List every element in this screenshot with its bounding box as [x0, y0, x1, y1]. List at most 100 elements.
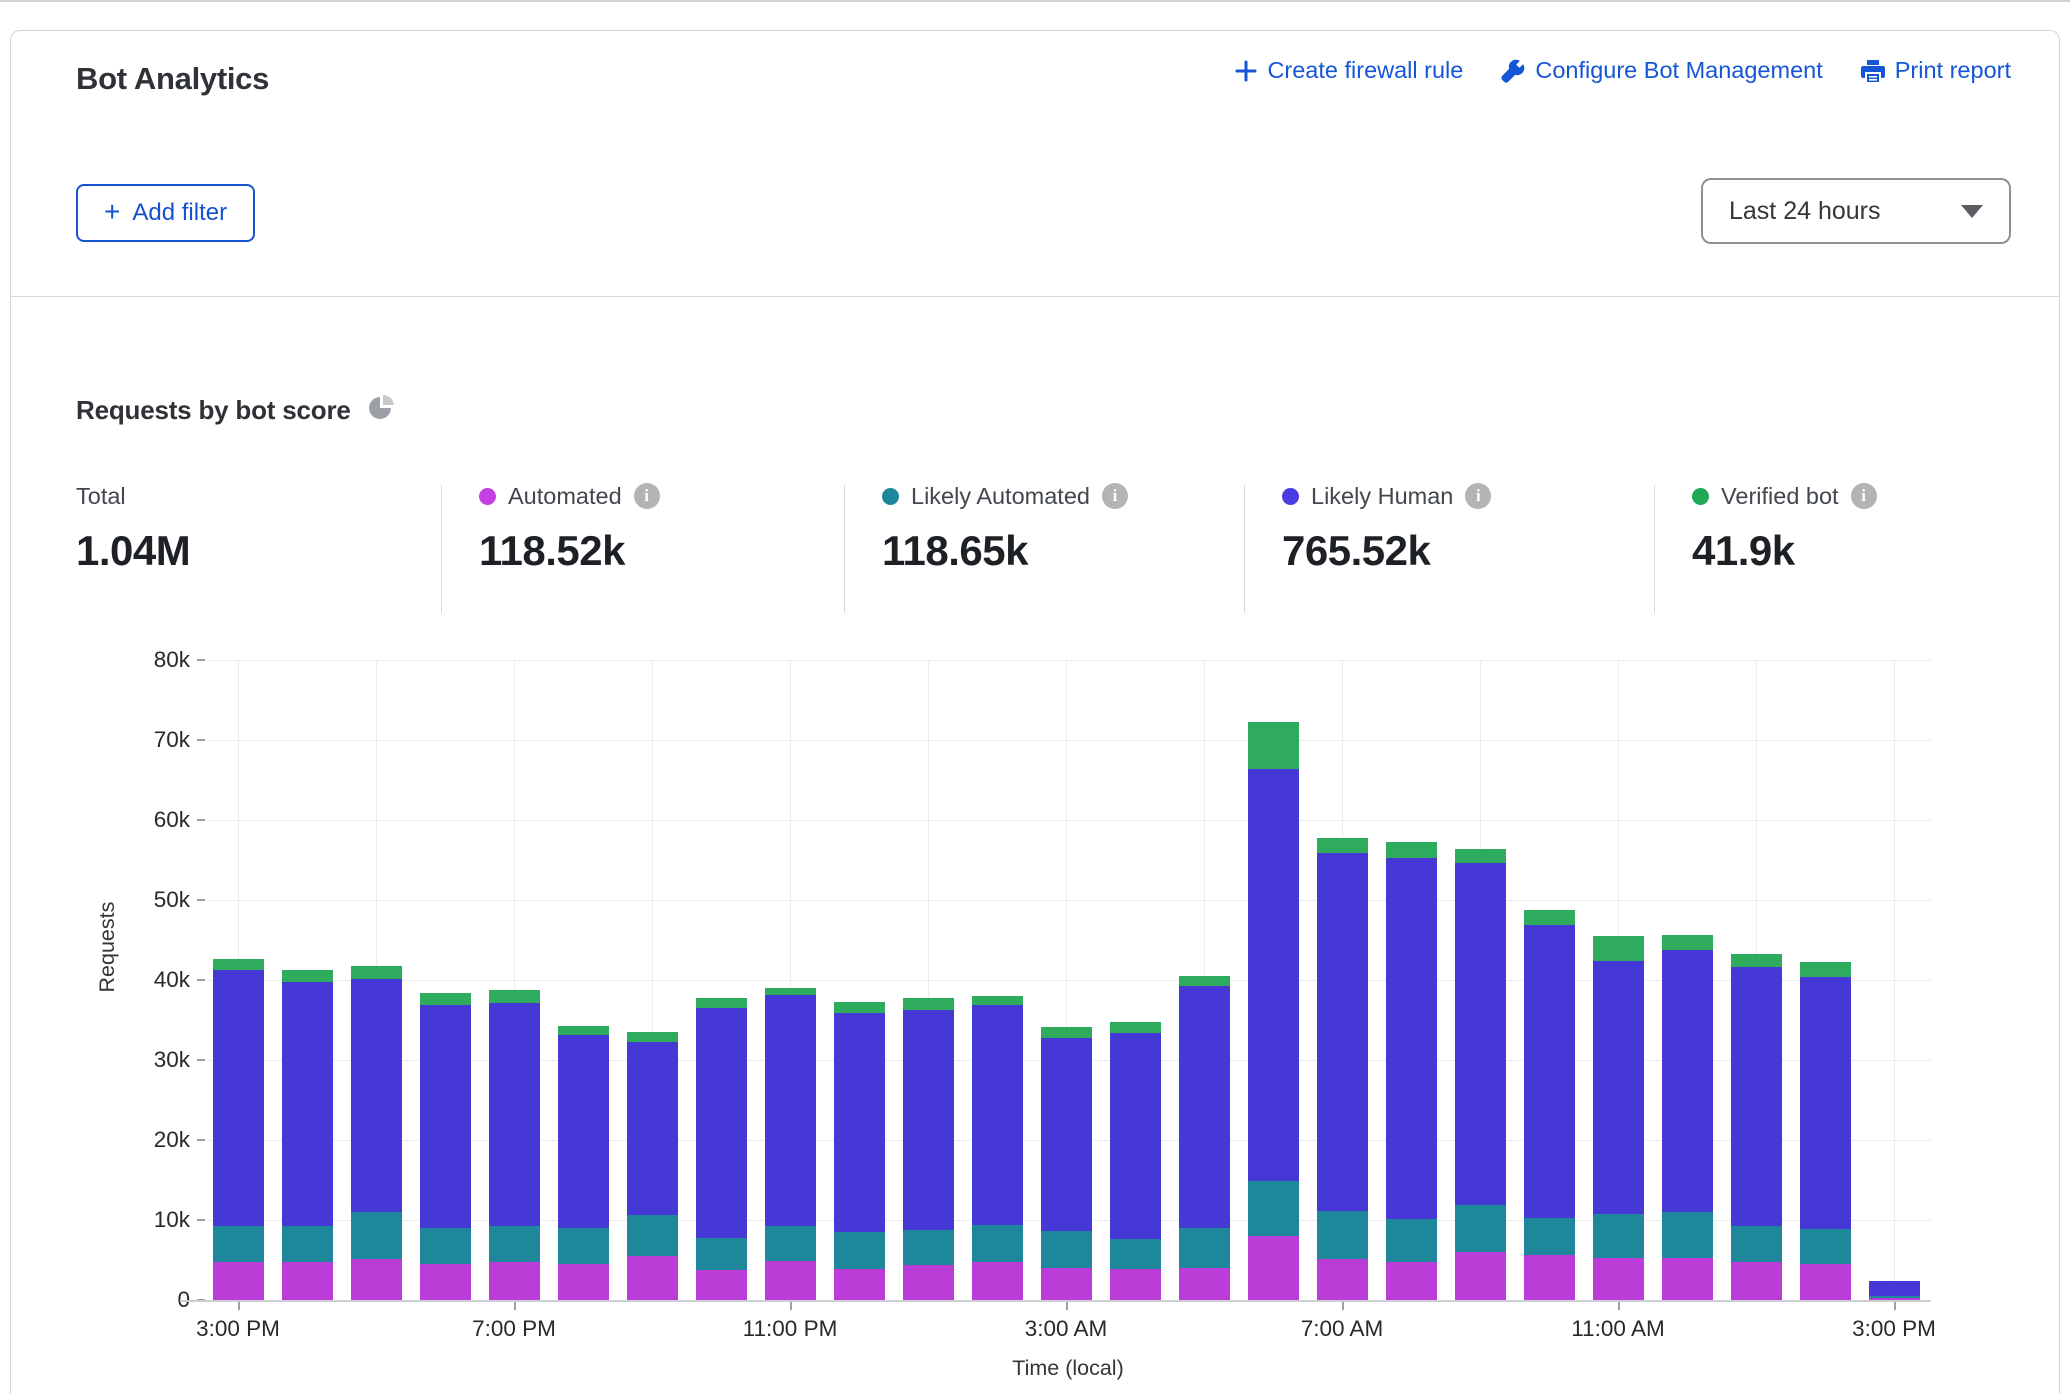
- bar-segment-automated[interactable]: [1110, 1269, 1161, 1300]
- bar-segment-verified-bot[interactable]: [213, 959, 264, 969]
- bar-segment-likely-automated[interactable]: [1662, 1212, 1713, 1258]
- bar-segment-likely-automated[interactable]: [213, 1226, 264, 1262]
- bar-segment-likely-automated[interactable]: [696, 1238, 747, 1270]
- info-icon[interactable]: i: [634, 483, 660, 509]
- bar-segment-likely-automated[interactable]: [1800, 1229, 1851, 1264]
- bar-segment-automated[interactable]: [765, 1261, 816, 1300]
- bar-segment-likely-automated[interactable]: [1869, 1296, 1920, 1298]
- bar-segment-verified-bot[interactable]: [558, 1026, 609, 1036]
- bar-segment-verified-bot[interactable]: [903, 998, 954, 1010]
- bar-segment-likely-automated[interactable]: [1041, 1231, 1092, 1268]
- bar-segment-automated[interactable]: [1386, 1262, 1437, 1300]
- bar-segment-likely-automated[interactable]: [1731, 1226, 1782, 1261]
- info-icon[interactable]: i: [1851, 483, 1877, 509]
- bar-segment-automated[interactable]: [1041, 1268, 1092, 1300]
- info-icon[interactable]: i: [1465, 483, 1491, 509]
- bar-segment-verified-bot[interactable]: [765, 988, 816, 995]
- bar-segment-automated[interactable]: [1800, 1264, 1851, 1300]
- bar-segment-likely-human[interactable]: [627, 1042, 678, 1216]
- bar-segment-likely-human[interactable]: [1524, 925, 1575, 1218]
- bar-segment-automated[interactable]: [213, 1262, 264, 1300]
- bar-segment-likely-human[interactable]: [558, 1035, 609, 1228]
- bar-segment-verified-bot[interactable]: [420, 993, 471, 1005]
- bar-segment-likely-human[interactable]: [1110, 1033, 1161, 1239]
- bar-segment-automated[interactable]: [1593, 1258, 1644, 1300]
- bar-segment-likely-automated[interactable]: [972, 1225, 1023, 1262]
- bar-segment-likely-human[interactable]: [1662, 950, 1713, 1212]
- bar-segment-verified-bot[interactable]: [1041, 1027, 1092, 1037]
- bar-segment-automated[interactable]: [558, 1264, 609, 1300]
- bar-segment-automated[interactable]: [696, 1270, 747, 1300]
- print-report-link[interactable]: Print report: [1861, 57, 2011, 84]
- bar-segment-automated[interactable]: [972, 1262, 1023, 1300]
- bar-segment-automated[interactable]: [903, 1265, 954, 1300]
- bar-segment-verified-bot[interactable]: [972, 996, 1023, 1005]
- configure-bot-management-link[interactable]: Configure Bot Management: [1501, 57, 1822, 84]
- bar-segment-likely-automated[interactable]: [489, 1226, 540, 1262]
- bar-segment-likely-human[interactable]: [1869, 1281, 1920, 1296]
- bar-segment-likely-automated[interactable]: [282, 1226, 333, 1262]
- add-filter-button[interactable]: + Add filter: [76, 184, 255, 242]
- bar-segment-likely-automated[interactable]: [903, 1230, 954, 1265]
- bar-segment-automated[interactable]: [834, 1269, 885, 1300]
- bar-segment-automated[interactable]: [420, 1264, 471, 1300]
- bar-segment-likely-automated[interactable]: [1386, 1219, 1437, 1261]
- bar-segment-automated[interactable]: [1248, 1236, 1299, 1300]
- bar-segment-automated[interactable]: [282, 1262, 333, 1300]
- bar-segment-verified-bot[interactable]: [1731, 954, 1782, 968]
- bar-segment-automated[interactable]: [1179, 1268, 1230, 1300]
- bar-segment-verified-bot[interactable]: [1593, 936, 1644, 961]
- bar-segment-likely-human[interactable]: [213, 970, 264, 1227]
- bar-segment-likely-human[interactable]: [351, 979, 402, 1212]
- bar-segment-likely-human[interactable]: [1041, 1038, 1092, 1232]
- bar-segment-automated[interactable]: [489, 1262, 540, 1300]
- bar-segment-likely-human[interactable]: [1800, 977, 1851, 1229]
- bar-segment-likely-human[interactable]: [1317, 853, 1368, 1211]
- bar-segment-verified-bot[interactable]: [627, 1032, 678, 1042]
- bar-segment-likely-automated[interactable]: [1317, 1211, 1368, 1259]
- bar-segment-verified-bot[interactable]: [489, 990, 540, 1003]
- bar-segment-likely-automated[interactable]: [1248, 1181, 1299, 1236]
- bar-segment-likely-human[interactable]: [696, 1008, 747, 1238]
- bar-segment-verified-bot[interactable]: [1524, 910, 1575, 925]
- bar-segment-automated[interactable]: [1869, 1298, 1920, 1300]
- bar-segment-verified-bot[interactable]: [282, 970, 333, 981]
- bar-segment-automated[interactable]: [1317, 1259, 1368, 1300]
- bar-segment-verified-bot[interactable]: [834, 1002, 885, 1012]
- bar-segment-likely-human[interactable]: [903, 1010, 954, 1230]
- create-firewall-rule-link[interactable]: Create firewall rule: [1235, 57, 1463, 84]
- bar-segment-likely-human[interactable]: [834, 1013, 885, 1232]
- bar-segment-likely-automated[interactable]: [834, 1232, 885, 1269]
- time-range-select[interactable]: Last 24 hours: [1701, 178, 2011, 244]
- bar-segment-verified-bot[interactable]: [1386, 842, 1437, 858]
- bar-segment-likely-automated[interactable]: [351, 1212, 402, 1259]
- bar-segment-likely-human[interactable]: [420, 1005, 471, 1228]
- bar-segment-verified-bot[interactable]: [1800, 962, 1851, 976]
- bar-segment-likely-human[interactable]: [1455, 863, 1506, 1205]
- bar-segment-likely-human[interactable]: [1593, 961, 1644, 1215]
- bar-segment-likely-human[interactable]: [282, 982, 333, 1226]
- info-icon[interactable]: i: [1102, 483, 1128, 509]
- bar-segment-likely-automated[interactable]: [1524, 1218, 1575, 1256]
- bar-segment-likely-human[interactable]: [1386, 858, 1437, 1219]
- bar-segment-verified-bot[interactable]: [1248, 722, 1299, 769]
- bar-segment-likely-automated[interactable]: [1110, 1239, 1161, 1269]
- bar-segment-likely-automated[interactable]: [627, 1215, 678, 1256]
- bar-segment-verified-bot[interactable]: [1179, 976, 1230, 986]
- bar-segment-automated[interactable]: [351, 1259, 402, 1300]
- bar-segment-verified-bot[interactable]: [1455, 849, 1506, 863]
- bar-segment-automated[interactable]: [1455, 1252, 1506, 1300]
- bar-segment-likely-automated[interactable]: [765, 1226, 816, 1261]
- bar-segment-verified-bot[interactable]: [1110, 1022, 1161, 1032]
- bar-segment-likely-human[interactable]: [1179, 986, 1230, 1228]
- bar-segment-likely-automated[interactable]: [1179, 1228, 1230, 1268]
- bar-segment-likely-human[interactable]: [765, 995, 816, 1225]
- bar-segment-likely-automated[interactable]: [1455, 1205, 1506, 1252]
- bar-segment-likely-automated[interactable]: [558, 1228, 609, 1264]
- bar-segment-likely-human[interactable]: [489, 1003, 540, 1225]
- bar-segment-automated[interactable]: [1731, 1262, 1782, 1300]
- bar-segment-verified-bot[interactable]: [1317, 838, 1368, 852]
- bar-segment-verified-bot[interactable]: [1662, 935, 1713, 950]
- bar-segment-likely-human[interactable]: [1248, 769, 1299, 1181]
- bar-segment-automated[interactable]: [627, 1256, 678, 1300]
